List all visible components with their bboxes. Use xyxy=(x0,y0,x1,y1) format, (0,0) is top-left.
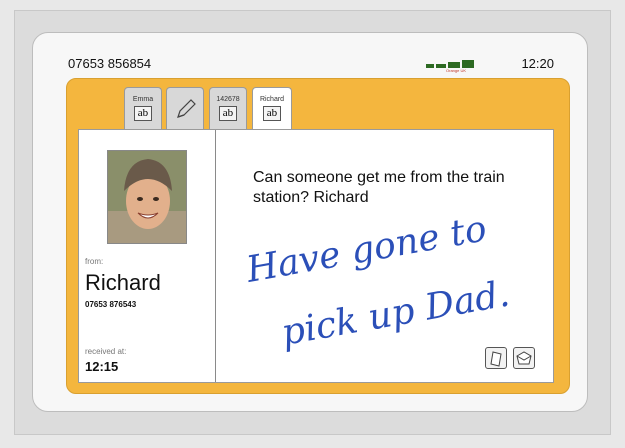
received-label: received at: xyxy=(85,347,127,356)
device-phone-number: 07653 856854 xyxy=(68,56,152,71)
tab-label: Emma xyxy=(132,96,154,103)
received-time: 12:15 xyxy=(85,359,119,374)
tab-handwriting[interactable] xyxy=(166,87,204,130)
sender-number: 07653 876543 xyxy=(85,300,137,309)
operator-name: Orange UK xyxy=(446,68,467,73)
envelope-icon xyxy=(516,351,532,365)
status-bar: 07653 856854 Orange UK 12:20 xyxy=(56,52,564,74)
card-divider xyxy=(215,130,216,382)
send-reply-button[interactable] xyxy=(513,347,535,369)
tab-142678[interactable]: 142678 ab xyxy=(209,87,247,130)
sender-name: Richard xyxy=(85,270,161,295)
text-ab-icon: ab xyxy=(218,106,238,121)
message-text: Can someone get me from the train statio… xyxy=(253,169,505,206)
text-ab-icon: ab xyxy=(133,106,153,121)
tab-label: Richard xyxy=(259,96,285,103)
tab-richard[interactable]: Richard ab xyxy=(252,87,292,132)
text-ab-icon: ab xyxy=(262,106,282,121)
clear-note-button[interactable] xyxy=(485,347,507,369)
pen-icon xyxy=(177,99,196,118)
handwriting-line-1: Have gone to xyxy=(242,220,489,291)
signal-strength-icon: Orange UK xyxy=(426,58,494,73)
tab-emma[interactable]: Emma ab xyxy=(124,87,162,130)
tab-label: 142678 xyxy=(216,96,240,103)
page-icon xyxy=(490,351,502,367)
avatar xyxy=(107,150,187,244)
clock: 12:20 xyxy=(521,56,554,71)
message-card: from: Richard 07653 876543 received at: … xyxy=(78,129,554,383)
handwriting-line-2: pick up Dad. xyxy=(278,273,512,353)
from-label: from: xyxy=(85,257,104,266)
